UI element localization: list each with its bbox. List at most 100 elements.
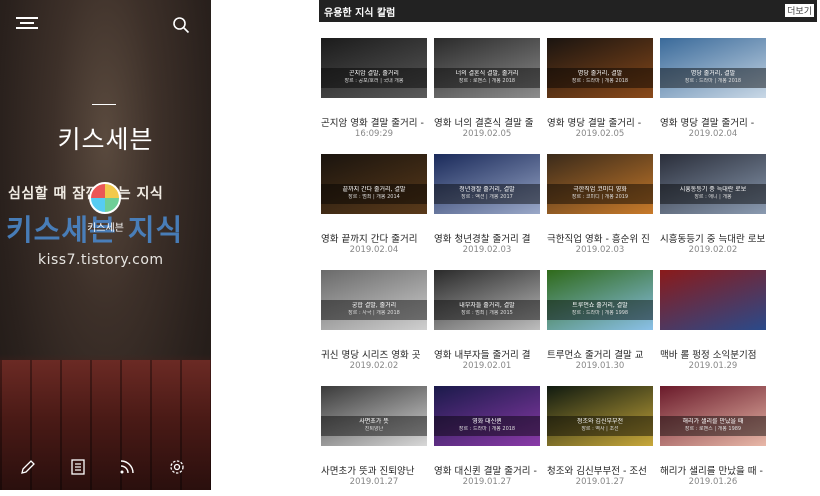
thumbnail-caption: 내부자들 줄거리, 결말 장르 : 범죄 | 개봉 2015 bbox=[434, 300, 540, 320]
post-card[interactable]: 영화 대신퀸 장르 : 드라마 | 개봉 2018 영화 대신퀸 결말 줄거리 -2… bbox=[434, 386, 542, 496]
post-title[interactable]: 영화 명당 결말 줄거리 - bbox=[547, 115, 653, 129]
thumbnail-caption-title: 끝까지 간다 줄거리, 결말 bbox=[342, 186, 406, 193]
thumbnail-caption-title: 청조와 김신부부전 bbox=[576, 418, 624, 425]
post-card[interactable]: 너의 결혼식 결말, 줄거리 장르 : 로맨스 | 개봉 2018 영화 너의 결혼… bbox=[434, 38, 542, 148]
thumbnail-caption: 명당 줄거리, 결말 장르 : 드라마 | 개봉 2018 bbox=[660, 68, 766, 88]
post-card[interactable]: 트루먼쇼 줄거리, 결말 장르 : 드라마 | 개봉 1998 트루먼쇼 줄거리 결… bbox=[547, 270, 655, 380]
thumbnail-caption: 극한직업 코미디 영화 장르 : 코미디 | 개봉 2019 bbox=[547, 184, 653, 204]
post-date: 2019.02.04 bbox=[349, 245, 399, 255]
thumbnail-caption-sub: 장르 : 로맨스 | 개봉 2018 bbox=[458, 78, 516, 84]
post-thumbnail[interactable]: 청년경찰 줄거리, 결말 장르 : 액션 | 개봉 2017 bbox=[434, 154, 540, 214]
thumbnail-caption-title: 사면초가 뜻 bbox=[359, 418, 389, 425]
post-date: 2019.01.30 bbox=[575, 361, 625, 371]
thumbnail-caption-sub: 장르 : 범죄 | 개봉 2015 bbox=[461, 310, 513, 316]
post-thumbnail[interactable]: 내부자들 줄거리, 결말 장르 : 범죄 | 개봉 2015 bbox=[434, 270, 540, 330]
post-title[interactable]: 영화 대신퀸 결말 줄거리 - bbox=[434, 463, 540, 477]
post-title[interactable]: 영화 명당 결말 줄거리 - bbox=[660, 115, 766, 129]
post-thumbnail[interactable]: 영화 대신퀸 장르 : 드라마 | 개봉 2018 bbox=[434, 386, 540, 446]
thumbnail-caption-sub: 장르 : 애니 | 개봉 bbox=[694, 194, 732, 200]
post-title[interactable]: 시흥동등기 중 늑대란 로보 bbox=[660, 231, 766, 245]
post-date: 2019.02.05 bbox=[575, 129, 625, 139]
post-card[interactable]: 명당 줄거리, 결말 장르 : 드라마 | 개봉 2018 영화 명당 결말 줄거리… bbox=[660, 38, 768, 148]
post-card[interactable]: 사면초가 뜻 진퇴양난사면초가 뜻과 진퇴양난 2019.01.27 bbox=[321, 386, 429, 496]
post-thumbnail[interactable]: 명당 줄거리, 결말 장르 : 드라마 | 개봉 2018 bbox=[547, 38, 653, 98]
thumbnail-caption: 끝까지 간다 줄거리, 결말 장르 : 범죄 | 개봉 2014 bbox=[321, 184, 427, 204]
post-date: 2019.01.27 bbox=[462, 477, 512, 487]
post-title[interactable]: 맥바 롤 펑정 소익분기점 bbox=[660, 347, 766, 361]
post-thumbnail[interactable]: 사면초가 뜻 진퇴양난 bbox=[321, 386, 427, 446]
rss-icon[interactable] bbox=[118, 458, 136, 476]
post-title[interactable]: 사면초가 뜻과 진퇴양난 bbox=[321, 463, 427, 477]
thumbnail-caption-sub: 장르 : 역사 | 조선 bbox=[581, 426, 619, 432]
post-thumbnail[interactable]: 궁합 결말, 줄거리 장르 : 사극 | 개봉 2018 bbox=[321, 270, 427, 330]
blog-url: kiss7.tistory.com bbox=[38, 252, 164, 268]
post-date: 2019.01.27 bbox=[349, 477, 399, 487]
sidebar: 키스세븐 심심할 때 잠깐 읽는 지식 키스세븐 지식 키스세븐 kiss7.t… bbox=[0, 0, 211, 490]
post-date: 2019.02.04 bbox=[688, 129, 738, 139]
post-title[interactable]: 청조와 김신부부전 - 조선 bbox=[547, 463, 653, 477]
thumbnail-caption-title: 시흥동등기 중 늑대란 로보 bbox=[679, 186, 747, 193]
thumbnail-caption-sub: 장르 : 드라마 | 개봉 2018 bbox=[571, 78, 629, 84]
thumbnail-caption: 해리가 샐리를 만났을 때 장르 : 로맨스 | 개봉 1989 bbox=[660, 416, 766, 436]
post-thumbnail[interactable]: 너의 결혼식 결말, 줄거리 장르 : 로맨스 | 개봉 2018 bbox=[434, 38, 540, 98]
post-title[interactable]: 트루먼쇼 줄거리 결말 교 bbox=[547, 347, 653, 361]
thumbnail-caption: 트루먼쇼 줄거리, 결말 장르 : 드라마 | 개봉 1998 bbox=[547, 300, 653, 320]
post-card[interactable]: 끝까지 간다 줄거리, 결말 장르 : 범죄 | 개봉 2014 영화 끝까지 간다… bbox=[321, 154, 429, 264]
post-thumbnail[interactable] bbox=[660, 270, 766, 330]
section-title: 유용한 지식 칼럼 bbox=[324, 8, 396, 19]
guestbook-icon[interactable] bbox=[69, 458, 87, 476]
title-divider bbox=[92, 104, 116, 105]
thumbnail-caption-title: 명당 줄거리, 결말 bbox=[690, 70, 736, 77]
post-title[interactable]: 영화 청년경찰 줄거리 결 bbox=[434, 231, 540, 245]
post-title[interactable]: 극한직업 영화 - 흥순위 진 bbox=[547, 231, 653, 245]
post-title[interactable]: 영화 끝까지 간다 줄거리 bbox=[321, 231, 427, 245]
post-thumbnail[interactable]: 해리가 샐리를 만났을 때 장르 : 로맨스 | 개봉 1989 bbox=[660, 386, 766, 446]
post-card[interactable]: 맥바 롤 펑정 소익분기점 2019.01.29 bbox=[660, 270, 768, 380]
avatar-name: 키스세븐 bbox=[87, 223, 124, 234]
post-title[interactable]: 곤지암 영화 결말 줄거리 - bbox=[321, 115, 427, 129]
thumbnail-caption-sub: 장르 : 드라마 | 개봉 2018 bbox=[458, 426, 516, 432]
post-card[interactable]: 궁합 결말, 줄거리 장르 : 사극 | 개봉 2018 귀신 명당 시리즈 영화 … bbox=[321, 270, 429, 380]
thumbnail-caption-title: 궁합 결말, 줄거리 bbox=[351, 302, 397, 309]
post-thumbnail[interactable]: 끝까지 간다 줄거리, 결말 장르 : 범죄 | 개봉 2014 bbox=[321, 154, 427, 214]
post-card[interactable]: 극한직업 코미디 영화 장르 : 코미디 | 개봉 2019 극한직업 영화 - 흥… bbox=[547, 154, 655, 264]
post-card[interactable]: 명당 줄거리, 결말 장르 : 드라마 | 개봉 2018 영화 명당 결말 줄거리… bbox=[547, 38, 655, 148]
post-date: 2019.02.05 bbox=[462, 129, 512, 139]
post-thumbnail[interactable]: 시흥동등기 중 늑대란 로보 장르 : 애니 | 개봉 bbox=[660, 154, 766, 214]
thumbnail-caption: 너의 결혼식 결말, 줄거리 장르 : 로맨스 | 개봉 2018 bbox=[434, 68, 540, 88]
thumbnail-caption-sub: 장르 : 공포/호러 | 국내 개봉 bbox=[344, 78, 404, 84]
post-date: 2019.01.27 bbox=[575, 477, 625, 487]
post-card[interactable]: 내부자들 줄거리, 결말 장르 : 범죄 | 개봉 2015 영화 내부자들 줄거리… bbox=[434, 270, 542, 380]
post-thumbnail[interactable]: 트루먼쇼 줄거리, 결말 장르 : 드라마 | 개봉 1998 bbox=[547, 270, 653, 330]
post-card[interactable]: 청년경찰 줄거리, 결말 장르 : 액션 | 개봉 2017 영화 청년경찰 줄거리… bbox=[434, 154, 542, 264]
post-thumbnail[interactable]: 청조와 김신부부전 장르 : 역사 | 조선 bbox=[547, 386, 653, 446]
settings-icon[interactable] bbox=[168, 458, 186, 476]
post-title[interactable]: 영화 너의 결혼식 결말 줄 bbox=[434, 115, 540, 129]
search-icon[interactable] bbox=[172, 16, 190, 34]
more-link[interactable]: 더보기 bbox=[785, 4, 814, 17]
post-title[interactable]: 해리가 샐리를 만났을 때 - bbox=[660, 463, 766, 477]
write-icon[interactable] bbox=[19, 458, 37, 476]
thumbnail-caption-title: 극한직업 코미디 영화 bbox=[573, 186, 627, 193]
thumbnail-caption-sub: 장르 : 사극 | 개봉 2018 bbox=[348, 310, 400, 316]
post-title[interactable]: 귀신 명당 시리즈 영화 곳 bbox=[321, 347, 427, 361]
thumbnail-caption-sub: 장르 : 범죄 | 개봉 2014 bbox=[348, 194, 400, 200]
post-card[interactable]: 곤지암 결말, 줄거리 장르 : 공포/호러 | 국내 개봉곤지암 영화 결말 줄… bbox=[321, 38, 429, 148]
thumbnail-caption: 시흥동등기 중 늑대란 로보 장르 : 애니 | 개봉 bbox=[660, 184, 766, 204]
post-card[interactable]: 해리가 샐리를 만났을 때 장르 : 로맨스 | 개봉 1989 해리가 샐리를 만… bbox=[660, 386, 768, 496]
thumbnail-caption-title: 명당 줄거리, 결말 bbox=[577, 70, 623, 77]
thumbnail-caption-sub: 진퇴양난 bbox=[364, 426, 384, 432]
post-card[interactable]: 시흥동등기 중 늑대란 로보 장르 : 애니 | 개봉 시흥동등기 중 늑대란 로보… bbox=[660, 154, 768, 264]
post-thumbnail[interactable]: 극한직업 코미디 영화 장르 : 코미디 | 개봉 2019 bbox=[547, 154, 653, 214]
blog-title[interactable]: 키스세븐 bbox=[0, 120, 211, 156]
post-thumbnail[interactable]: 곤지암 결말, 줄거리 장르 : 공포/호러 | 국내 개봉 bbox=[321, 38, 427, 98]
menu-icon[interactable] bbox=[16, 14, 38, 34]
thumbnail-caption: 궁합 결말, 줄거리 장르 : 사극 | 개봉 2018 bbox=[321, 300, 427, 320]
post-thumbnail[interactable]: 명당 줄거리, 결말 장르 : 드라마 | 개봉 2018 bbox=[660, 38, 766, 98]
thumbnail-caption-sub: 장르 : 드라마 | 개봉 2018 bbox=[684, 78, 742, 84]
post-date: 2019.02.02 bbox=[349, 361, 399, 371]
post-title[interactable]: 영화 내부자들 줄거리 결 bbox=[434, 347, 540, 361]
thumbnail-caption-title: 해리가 샐리를 만났을 때 bbox=[682, 418, 744, 425]
post-card[interactable]: 청조와 김신부부전 장르 : 역사 | 조선청조와 김신부부전 - 조선 2019.… bbox=[547, 386, 655, 496]
thumbnail-caption-title: 청년경찰 줄거리, 결말 bbox=[459, 186, 515, 193]
